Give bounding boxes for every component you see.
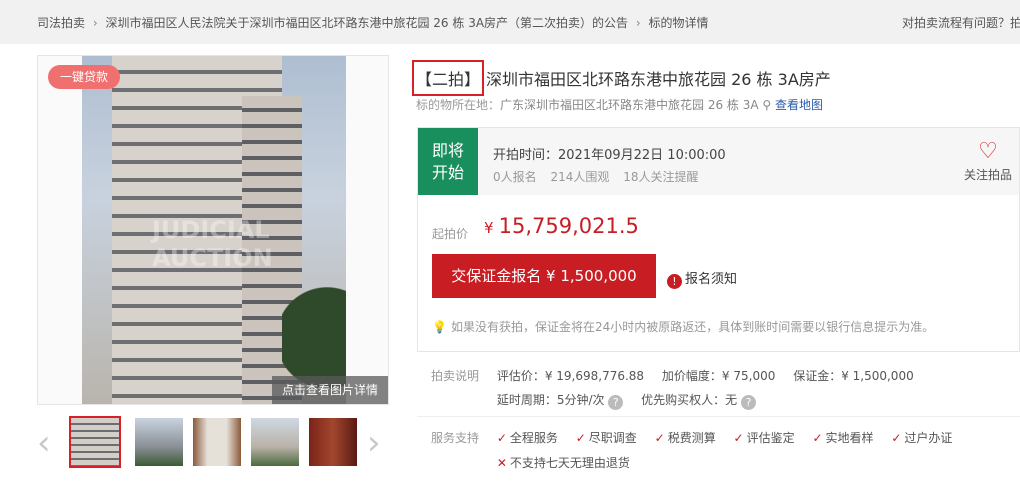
auction-status-badge: 即将开始: [418, 128, 478, 195]
service-item[interactable]: ✓ 实地看样: [812, 431, 873, 445]
photo-watermark: JUDICIAL AUCTION: [152, 216, 273, 272]
follow-button[interactable]: ♡ 关注拍品: [958, 138, 1018, 183]
viewer-count: 214人围观: [550, 170, 610, 184]
start-time: 开拍时间：2021年09月22日 10:00:00: [493, 148, 726, 163]
help-link[interactable]: 对拍卖流程有问题？拍: [902, 14, 1020, 31]
service-excluded-row: ✕ 不支持七天无理由退货: [431, 454, 644, 471]
location-label: 标的物所在地：: [416, 98, 501, 112]
start-price-label: 起拍价: [432, 227, 469, 241]
auction-panel: 开拍时间：2021年09月22日 10:00:00 0人报名 214人围观 18…: [417, 127, 1020, 352]
service-item[interactable]: ✓ 过户办证: [891, 431, 952, 445]
details-label: 拍卖说明: [431, 369, 480, 383]
lightbulb-icon: 💡: [432, 320, 447, 334]
thumbnail[interactable]: [191, 416, 243, 468]
pay-deposit-button[interactable]: 交保证金报名 ¥ 1,500,000: [432, 254, 656, 298]
check-icon: ✓: [496, 431, 507, 445]
service-item[interactable]: ✓ 全程服务: [497, 431, 558, 445]
deposit-amount: 保证金：¥ 1,500,000: [793, 369, 914, 383]
breadcrumb-item-judicial-auction[interactable]: 司法拍卖: [37, 16, 85, 30]
start-price: ¥ 15,759,021.5: [484, 214, 639, 238]
service-item[interactable]: ✓ 税费测算: [655, 431, 716, 445]
auction-stats: 0人报名 214人围观 18人关注提醒: [493, 168, 708, 185]
breadcrumb-bar: 司法拍卖 › 深圳市福田区人民法院关于深圳市福田区北环路东港中旅花园 26 栋 …: [0, 0, 1020, 44]
breadcrumb-item-announcement[interactable]: 深圳市福田区人民法院关于深圳市福田区北环路东港中旅花园 26 栋 3A房产（第二…: [105, 16, 628, 30]
service-item[interactable]: ✓ 尽职调查: [576, 431, 637, 445]
refund-tip-text: 如果没有获拍，保证金将在24小时内被原路返还，具体到账时间需要以银行信息提示为准…: [450, 320, 935, 334]
check-icon: ✓: [812, 431, 823, 445]
follower-count: 18人关注提醒: [623, 170, 699, 184]
auction-details-row-2: 延时周期：5分钟/次 ? 优先购买权人：无 ?: [431, 391, 770, 410]
help-icon[interactable]: ?: [741, 395, 757, 410]
thumbnail-strip: ‹ ›: [37, 414, 389, 474]
breadcrumb-item-detail: 标的物详情: [648, 16, 709, 30]
chevron-right-icon[interactable]: ›: [367, 426, 381, 460]
breadcrumb: 司法拍卖 › 深圳市福田区人民法院关于深圳市福田区北环路东港中旅花园 26 栋 …: [37, 14, 709, 31]
start-price-value: 15,759,021.5: [498, 214, 639, 238]
location-address: 广东深圳市福田区北环路东港中旅花园 26 栋 3A: [500, 98, 759, 112]
signup-count: 0人报名: [493, 170, 537, 184]
check-icon: ✓: [891, 431, 902, 445]
notice-label: 报名须知: [685, 272, 738, 287]
view-map-link[interactable]: 查看地图: [775, 98, 823, 112]
check-icon: ✓: [654, 431, 665, 445]
divider: [417, 416, 1020, 417]
main-photo-frame[interactable]: JUDICIAL AUCTION 一键贷款: [37, 55, 389, 405]
service-excluded: ✕ 不支持七天无理由退货: [496, 456, 630, 470]
loan-badge[interactable]: 一键贷款: [48, 65, 121, 89]
priority-buyer: 优先购买权人：无 ?: [641, 393, 757, 410]
auction-round-tag: 【二拍】: [412, 60, 485, 96]
chevron-right-icon: ›: [635, 15, 641, 30]
check-icon: ✓: [733, 431, 744, 445]
chevron-left-icon[interactable]: ‹: [37, 426, 51, 460]
auction-time-block: 开拍时间：2021年09月22日 10:00:00 0人报名 214人围观 18…: [418, 128, 1019, 195]
service-support-row: 服务支持 ✓ 全程服务 ✓ 尽职调查 ✓ 税费测算 ✓ 评估鉴定 ✓ 实地看样 ✓ 过户办证: [431, 429, 966, 446]
map-pin-icon: ⚲: [762, 98, 772, 112]
page-title: 【二拍】 深圳市福田区北环路东港中旅花园 26 栋 3A房产: [412, 60, 831, 96]
location-line: 标的物所在地：广东深圳市福田区北环路东港中旅花园 26 栋 3A ⚲ 查看地图: [416, 96, 823, 113]
service-item[interactable]: ✓ 评估鉴定: [734, 431, 795, 445]
thumbnail[interactable]: [249, 416, 301, 468]
refund-tip: 💡 如果没有获拍，保证金将在24小时内被原路返还，具体到账时间需要以银行信息提示为…: [432, 318, 934, 335]
heart-plus-icon: ♡: [978, 139, 998, 164]
thumbnail[interactable]: [307, 416, 359, 468]
view-photo-details-button[interactable]: 点击查看图片详情: [272, 376, 388, 404]
help-icon[interactable]: ?: [608, 395, 624, 410]
delay-period: 延时周期：5分钟/次 ?: [497, 393, 624, 410]
services-label: 服务支持: [431, 431, 480, 445]
check-icon: ✓: [575, 431, 586, 445]
alert-icon: !: [667, 274, 682, 289]
listing-title: 深圳市福田区北环路东港中旅花园 26 栋 3A房产: [486, 70, 831, 89]
thumbnail[interactable]: [133, 416, 185, 468]
appraisal-price: 评估价：¥ 19,698,776.88: [496, 369, 645, 383]
currency-symbol: ¥: [484, 219, 494, 237]
follow-label: 关注拍品: [963, 168, 1012, 182]
cross-icon: ✕: [496, 456, 507, 470]
auction-details-row: 拍卖说明 评估价：¥ 19,698,776.88 加价幅度：¥ 75,000 保…: [431, 367, 928, 384]
property-photo: JUDICIAL AUCTION: [82, 56, 346, 404]
signup-notice-link[interactable]: ! 报名须知: [667, 268, 737, 289]
chevron-right-icon: ›: [92, 15, 98, 30]
thumbnail[interactable]: [69, 416, 121, 468]
status-text: 即将开始: [431, 141, 464, 182]
price-increment: 加价幅度：¥ 75,000: [661, 369, 776, 383]
